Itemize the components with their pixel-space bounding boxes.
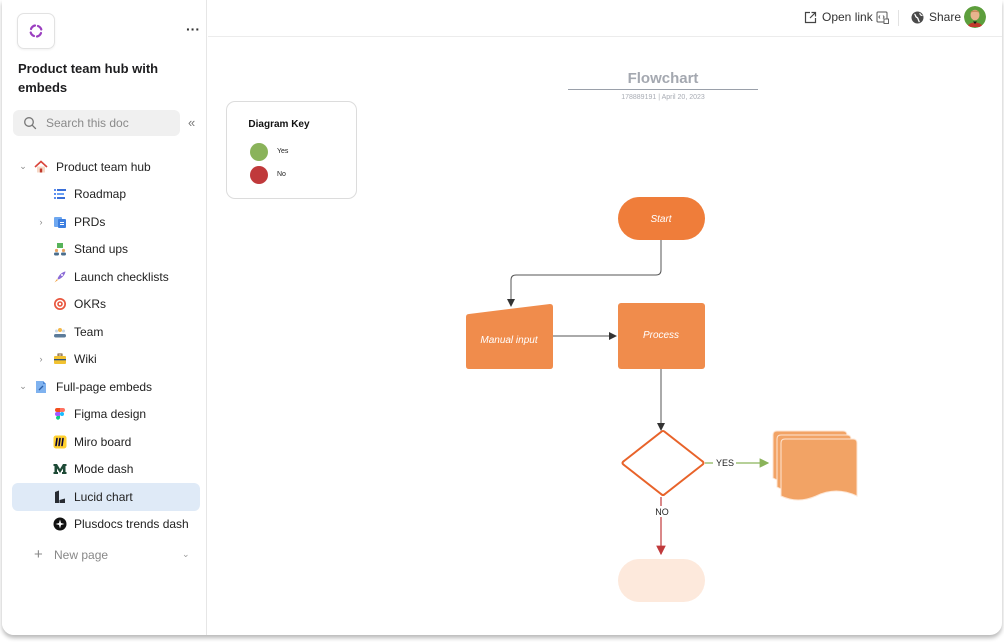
- chevron-down-icon[interactable]: ⌄: [18, 161, 28, 172]
- rocket-icon: [53, 270, 67, 284]
- sidebar-item-label: Miro board: [74, 434, 132, 449]
- chevron-down-icon[interactable]: ⌄: [18, 381, 28, 392]
- page-tree: ⌄ Product team hub Roadmap › PRDs Stand …: [12, 153, 200, 569]
- app-window: ··· Product team hub with embeds Search …: [2, 0, 1002, 635]
- plusdocs-icon: [53, 517, 67, 531]
- team-icon: [53, 325, 67, 339]
- sidebar-item-figma-design[interactable]: Figma design: [12, 401, 200, 429]
- sidebar-item-miro-board[interactable]: Miro board: [12, 428, 200, 456]
- user-avatar[interactable]: [964, 6, 986, 28]
- yes-label: YES: [716, 458, 734, 468]
- sidebar-item-team[interactable]: Team: [12, 318, 200, 346]
- sidebar-item-label: Wiki: [74, 352, 97, 367]
- workspace-logo[interactable]: [17, 13, 55, 49]
- sidebar-item-product-team-hub[interactable]: ⌄ Product team hub: [12, 153, 200, 181]
- new-page-button[interactable]: + New page ⌄: [12, 541, 200, 569]
- target-icon: [53, 297, 67, 311]
- multi-document-node[interactable]: [772, 430, 858, 501]
- figma-icon: [53, 407, 67, 421]
- connector-start-to-manual[interactable]: [507, 240, 662, 307]
- open-link-label: Open link: [822, 10, 873, 24]
- embed-doc-icon: [34, 380, 48, 394]
- sidebar-item-label: Mode dash: [74, 462, 134, 477]
- share-label: Share: [929, 10, 962, 24]
- new-page-label: New page: [54, 547, 109, 562]
- search-input[interactable]: Search this doc: [13, 110, 180, 136]
- top-bar: Open link Share: [208, 0, 1002, 37]
- sidebar-item-label: Launch checklists: [74, 269, 169, 284]
- sidebar-item-label: PRDs: [74, 214, 106, 229]
- plus-icon: +: [34, 546, 43, 564]
- globe-icon: [911, 11, 924, 23]
- search-icon: [24, 117, 37, 130]
- start-node-label: Start: [650, 214, 672, 225]
- decision-node[interactable]: [621, 430, 705, 496]
- chevron-right-icon[interactable]: ›: [36, 217, 46, 227]
- toolbox-icon: [53, 352, 67, 366]
- no-label: NO: [655, 507, 669, 517]
- sidebar-item-label: Product team hub: [56, 159, 151, 174]
- flowchart: Start Manual input Process YES NO: [466, 197, 858, 602]
- sidebar-item-label: Full-page embeds: [56, 379, 153, 394]
- sidebar-item-label: OKRs: [74, 297, 107, 312]
- sidebar-item-label: Lucid chart: [74, 489, 133, 504]
- sidebar-item-label: Plusdocs trends dash: [74, 517, 189, 532]
- end-node[interactable]: [618, 559, 705, 602]
- chevron-right-icon[interactable]: ›: [36, 354, 46, 364]
- sidebar-item-plusdocs-trends-dash[interactable]: Plusdocs trends dash: [12, 511, 200, 539]
- sidebar-item-label: Roadmap: [74, 187, 127, 202]
- sidebar-item-wiki[interactable]: › Wiki: [12, 346, 200, 374]
- search-placeholder: Search this doc: [46, 116, 129, 130]
- sidebar-item-lucid-chart[interactable]: Lucid chart: [12, 483, 200, 511]
- sidebar-item-launch-checklists[interactable]: Launch checklists: [12, 263, 200, 291]
- process-node-label: Process: [643, 330, 679, 341]
- sidebar-item-okrs[interactable]: OKRs: [12, 291, 200, 319]
- sidebar-item-label: Figma design: [74, 407, 147, 422]
- embed-code-button[interactable]: [876, 11, 889, 24]
- embed-code-icon: [876, 11, 889, 24]
- miro-icon: [53, 435, 67, 449]
- share-button[interactable]: Share: [911, 10, 961, 24]
- collapse-sidebar-button[interactable]: «: [188, 115, 195, 130]
- documents-icon: [53, 215, 67, 229]
- sidebar: ··· Product team hub with embeds Search …: [2, 0, 207, 635]
- toolbar-divider: [898, 10, 899, 26]
- doc-title: Product team hub with embeds: [18, 61, 159, 95]
- sidebar-item-label: Team: [74, 324, 104, 339]
- sidebar-item-full-page-embeds[interactable]: ⌄ Full-page embeds: [12, 373, 200, 401]
- sidebar-item-stand-ups[interactable]: Stand ups: [12, 236, 200, 264]
- standup-people-icon: [53, 242, 67, 256]
- more-options-button[interactable]: ···: [186, 22, 200, 36]
- manual-input-node-label: Manual input: [480, 335, 538, 346]
- sidebar-item-prds[interactable]: › PRDs: [12, 208, 200, 236]
- sidebar-item-roadmap[interactable]: Roadmap: [12, 181, 200, 209]
- open-link-button[interactable]: Open link: [804, 10, 873, 24]
- sync-arrows-icon: [29, 24, 43, 38]
- external-link-icon: [804, 11, 817, 23]
- house-icon: [34, 160, 48, 174]
- lucid-canvas[interactable]: Flowchart 178889191 | April 20, 2023 Dia…: [208, 38, 1002, 635]
- sidebar-item-mode-dash[interactable]: Mode dash: [12, 456, 200, 484]
- roadmap-icon: [53, 187, 67, 201]
- mode-icon: [53, 462, 67, 476]
- chevron-down-icon[interactable]: ⌄: [182, 549, 190, 560]
- sidebar-item-label: Stand ups: [74, 242, 129, 257]
- lucid-icon: [53, 490, 67, 504]
